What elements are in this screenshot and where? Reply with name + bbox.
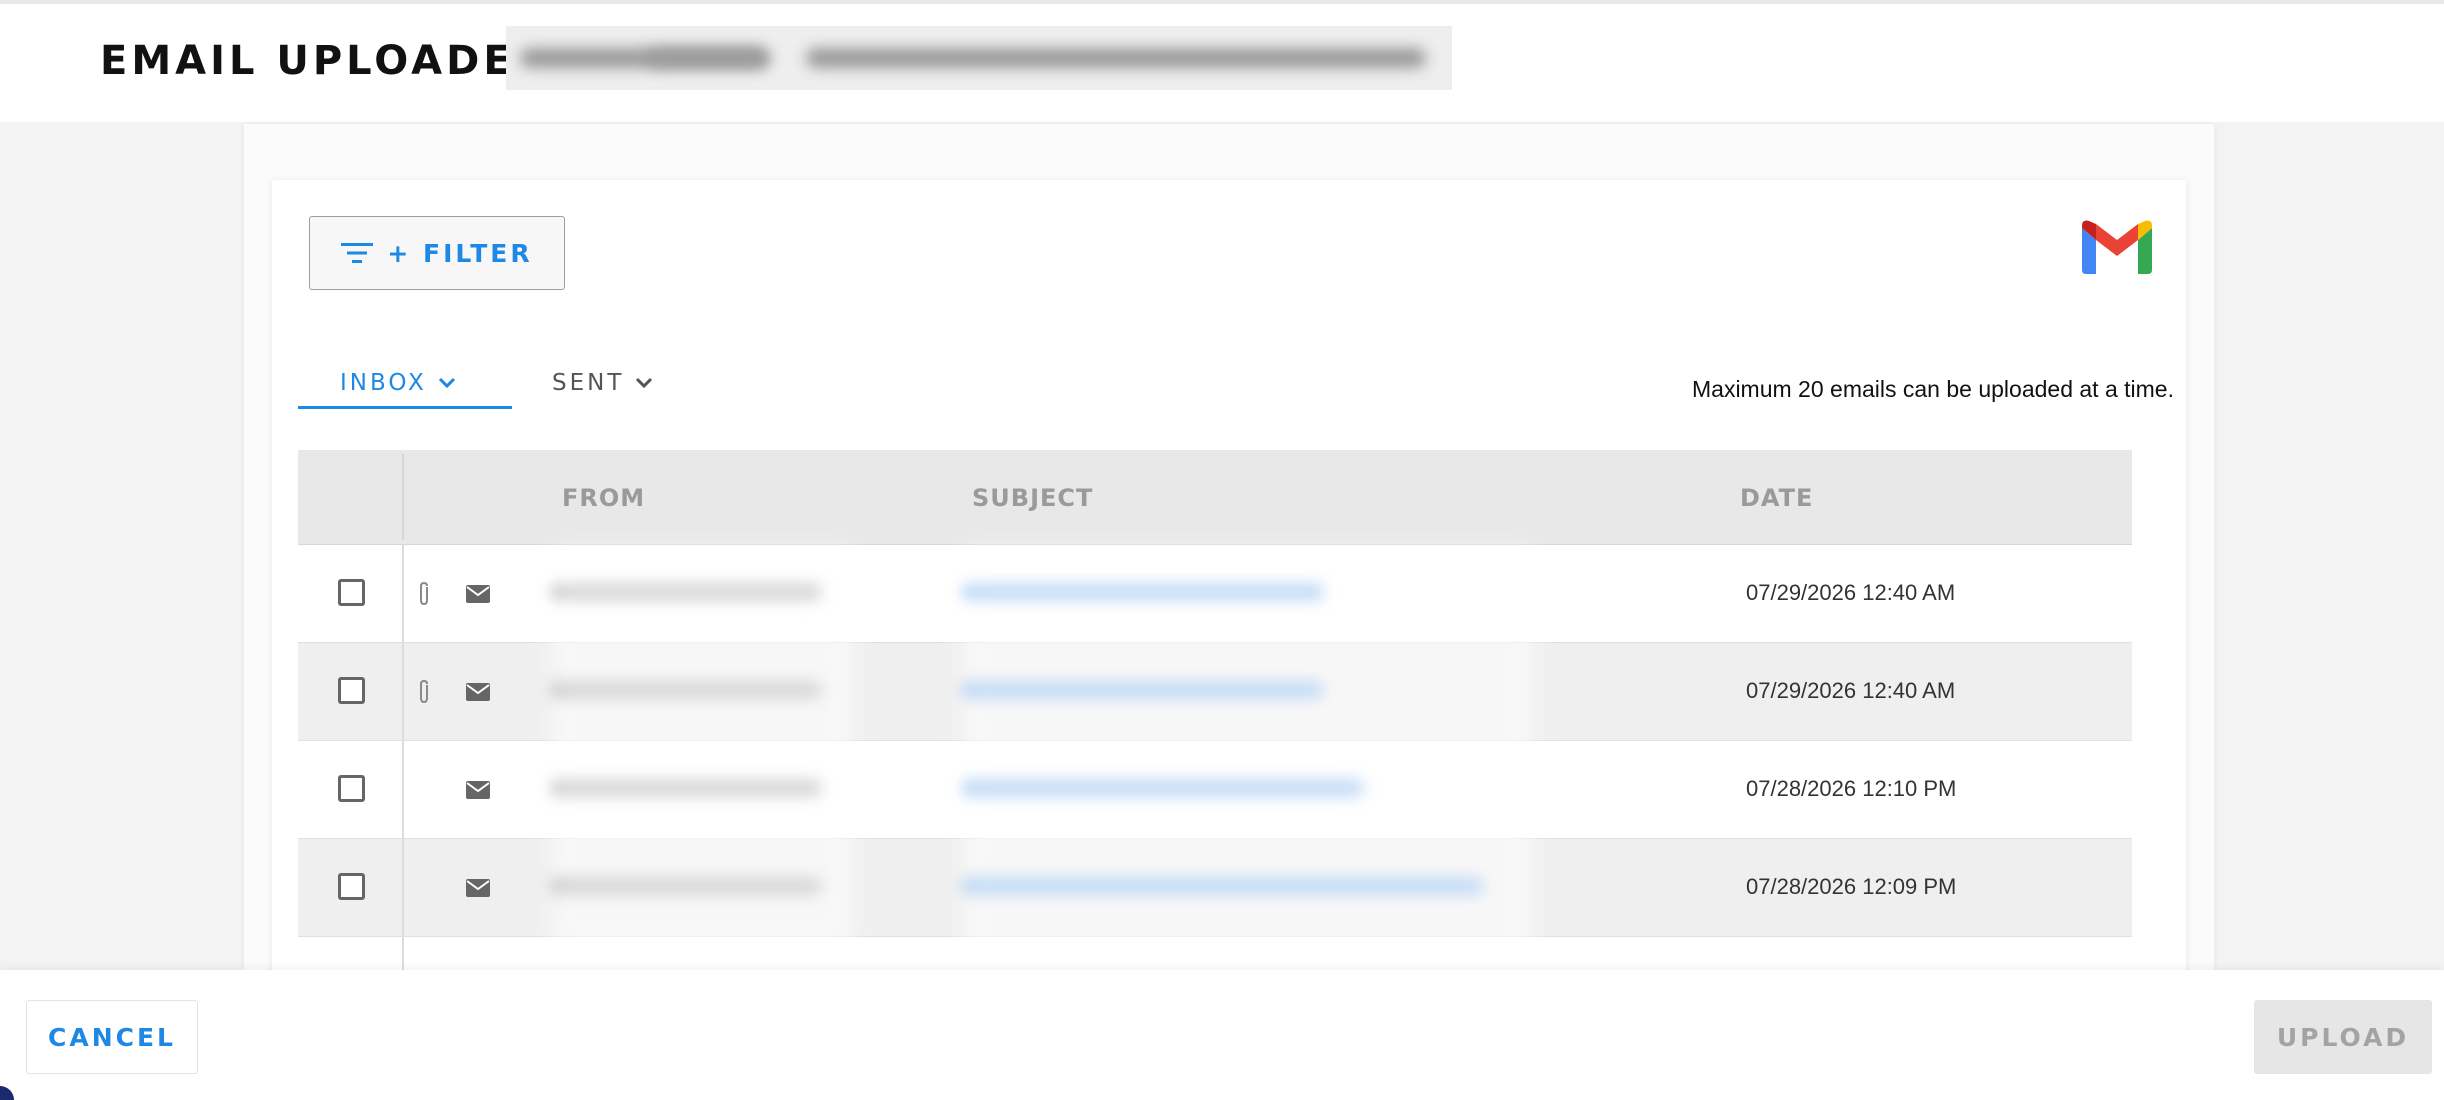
tab-inbox-label: INBOX xyxy=(340,370,427,396)
cancel-button[interactable]: CANCEL xyxy=(26,1000,198,1074)
mail-icon xyxy=(466,781,490,799)
row-date: 07/28/2026 12:09 PM xyxy=(1746,874,1957,899)
mail-icon xyxy=(466,879,490,897)
account-info-redacted xyxy=(506,26,1452,90)
page-title: EMAIL UPLOADER xyxy=(100,38,550,84)
tab-inbox[interactable]: INBOX xyxy=(340,356,457,410)
column-header-subject[interactable]: SUBJECT xyxy=(972,484,1093,512)
mail-icon xyxy=(466,585,490,603)
chevron-down-icon xyxy=(438,377,455,389)
row-checkbox[interactable] xyxy=(338,677,365,704)
column-divider xyxy=(402,643,404,740)
table-header: FROM SUBJECT DATE xyxy=(298,450,2132,545)
attachment-icon xyxy=(420,581,428,606)
column-header-date[interactable]: DATE xyxy=(1740,484,1813,512)
row-date: 07/28/2026 12:10 PM xyxy=(1746,776,1957,801)
tab-sent[interactable]: SENT xyxy=(552,356,654,410)
chevron-down-icon xyxy=(636,377,653,389)
redaction-overlay xyxy=(552,548,854,948)
row-date: 07/29/2026 12:40 AM xyxy=(1746,678,1956,703)
redaction-overlay xyxy=(962,548,1534,968)
row-checkbox[interactable] xyxy=(338,579,365,606)
upload-button[interactable]: UPLOAD xyxy=(2254,1000,2432,1074)
column-divider xyxy=(402,839,404,936)
filter-label: + FILTER xyxy=(387,238,533,268)
active-tab-indicator xyxy=(298,406,512,409)
column-divider xyxy=(402,454,404,540)
mail-icon xyxy=(466,683,490,701)
column-divider xyxy=(402,545,404,642)
filter-button[interactable]: + FILTER xyxy=(309,216,565,290)
footer-bar xyxy=(0,970,2444,1100)
row-date: 07/29/2026 12:40 AM xyxy=(1746,580,1956,605)
attachment-icon xyxy=(420,679,428,704)
column-divider xyxy=(402,741,404,838)
header-bar: EMAIL UPLOADER xyxy=(0,4,2444,122)
column-header-from[interactable]: FROM xyxy=(562,484,645,512)
tab-sent-label: SENT xyxy=(552,370,625,396)
filter-list-icon xyxy=(341,243,374,263)
row-checkbox[interactable] xyxy=(338,873,365,900)
gmail-logo xyxy=(2082,220,2152,274)
row-checkbox[interactable] xyxy=(338,775,365,802)
upload-limit-note: Maximum 20 emails can be uploaded at a t… xyxy=(1692,376,2174,402)
